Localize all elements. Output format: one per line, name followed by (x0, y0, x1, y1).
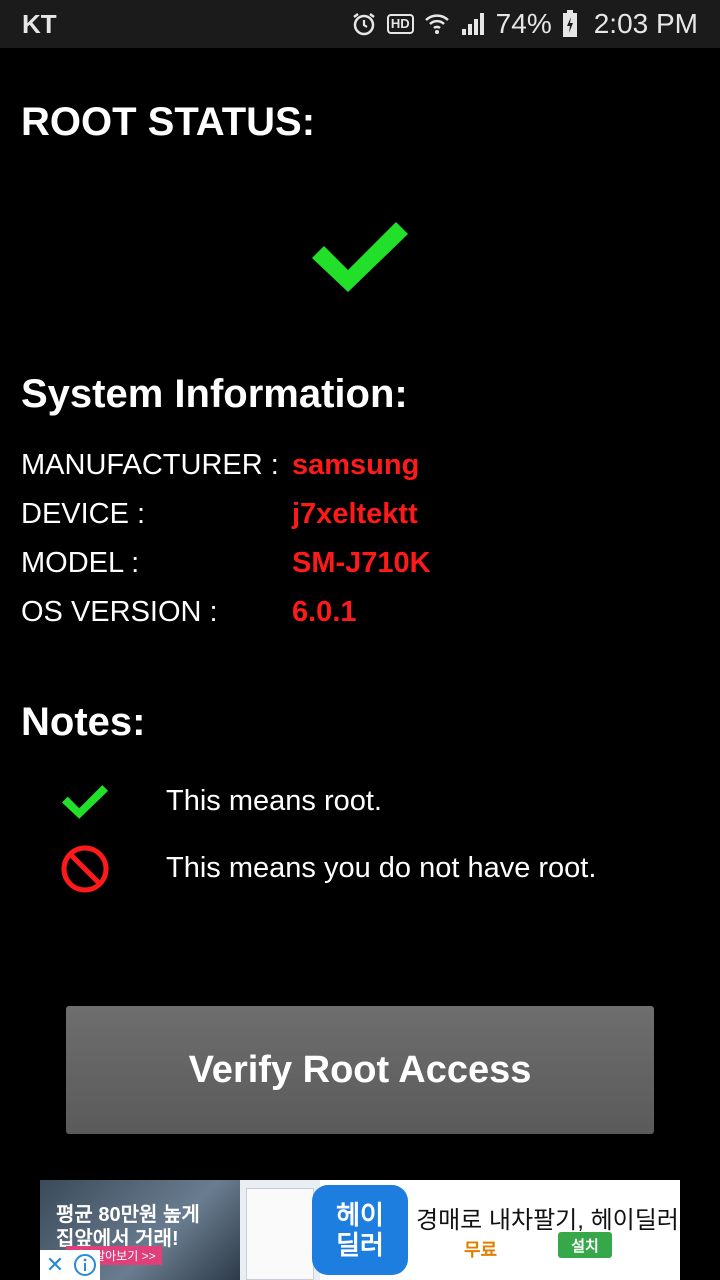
signal-icon (460, 11, 486, 37)
wifi-icon (424, 12, 450, 36)
carrier-name: KT (22, 8, 57, 39)
battery-charging-icon (562, 10, 578, 38)
ad-banner[interactable]: 평균 80만원 높게 집앞에서 거래! 가격알아보기 >> ✕ 헤이 딜러 경매… (40, 1180, 680, 1280)
notes-heading: Notes: (21, 700, 146, 744)
status-bar: KT HD 74% 2:03 PM (0, 0, 720, 48)
info-value: SM-J710K (292, 547, 431, 579)
clock: 2:03 PM (593, 8, 698, 39)
alarm-icon (351, 11, 377, 37)
ad-logo-text: 헤이 (336, 1200, 384, 1230)
info-value: j7xeltektt (292, 498, 418, 530)
battery-percent: 74% (495, 8, 552, 39)
info-value: samsung (292, 449, 420, 481)
system-information-heading: System Information: (21, 372, 408, 416)
root-status-heading: ROOT STATUS: (21, 100, 316, 144)
info-value: 6.0.1 (292, 596, 357, 628)
ad-info-icon[interactable] (70, 1250, 100, 1280)
check-icon (312, 222, 408, 292)
ad-logo-text: 딜러 (336, 1230, 384, 1260)
hd-voice-icon: HD (386, 14, 414, 34)
info-label: MODEL : (21, 547, 140, 579)
info-label: DEVICE : (21, 498, 146, 530)
ad-close-icon[interactable]: ✕ (40, 1250, 70, 1280)
verify-root-access-button[interactable]: Verify Root Access (66, 1006, 654, 1134)
phone-screenshot (246, 1188, 314, 1280)
check-icon (61, 785, 109, 819)
info-label: OS VERSION : (21, 596, 218, 628)
info-label: MANUFACTURER : (21, 449, 279, 481)
ad-title[interactable]: 경매로 내차팔기, 헤이딜러 (416, 1200, 679, 1235)
note-root-text: This means root. (166, 785, 382, 817)
ad-screenshot-image[interactable] (240, 1180, 320, 1280)
ad-install-button[interactable]: 설치 (558, 1232, 612, 1258)
ad-app-logo[interactable]: 헤이 딜러 (312, 1185, 408, 1275)
status-icons: HD 74% 2:03 PM (351, 8, 698, 40)
note-no-root-text: This means you do not have root. (166, 852, 597, 884)
no-root-icon (61, 845, 109, 893)
ad-price: 무료 (464, 1240, 498, 1260)
